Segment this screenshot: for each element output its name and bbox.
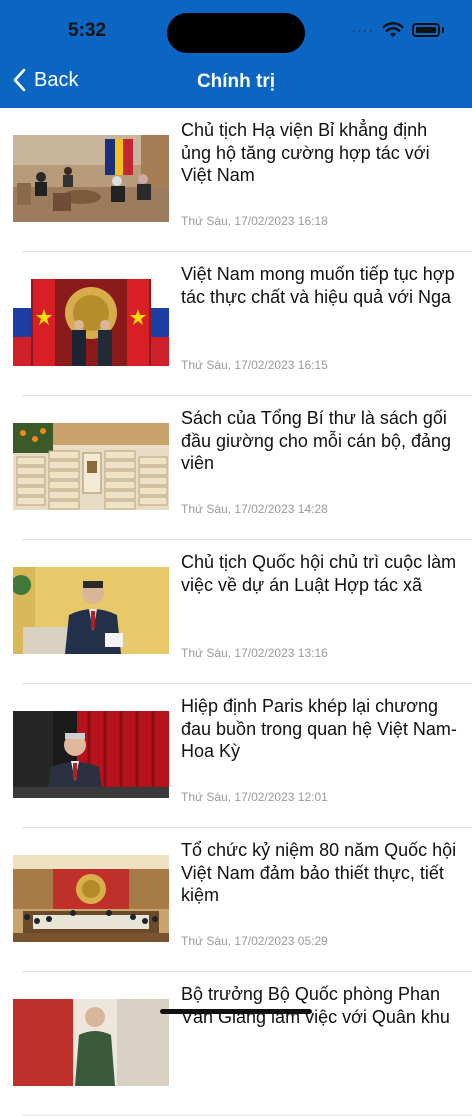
battery-cap <box>442 27 444 33</box>
top-bar: 5:32 ···· Back Chính trị <box>0 0 472 108</box>
article-thumbnail[interactable] <box>13 135 169 222</box>
list-item[interactable]: Chủ tịch Hạ viện Bỉ khẳng định ủng hộ tă… <box>0 108 472 252</box>
article-thumbnail[interactable] <box>13 423 169 510</box>
list-item[interactable]: Sách của Tổng Bí thư là sách gối đầu giư… <box>0 396 472 540</box>
battery-icon <box>412 23 440 37</box>
list-item[interactable]: Bộ trưởng Bộ Quốc phòng Phan Văn Giang l… <box>0 972 472 1116</box>
article-list: Chủ tịch Hạ viện Bỉ khẳng định ủng hộ tă… <box>0 108 472 1116</box>
article-title[interactable]: Chủ tịch Hạ viện Bỉ khẳng định ủng hộ tă… <box>181 119 461 187</box>
list-item[interactable]: Hiệp định Paris khép lại chương đau buồn… <box>0 684 472 828</box>
article-title[interactable]: Tổ chức kỷ niệm 80 năm Quốc hội Việt Nam… <box>181 839 461 907</box>
list-item[interactable]: Việt Nam mong muốn tiếp tục hợp tác thực… <box>0 252 472 396</box>
article-thumbnail[interactable] <box>13 567 169 654</box>
article-title[interactable]: Sách của Tổng Bí thư là sách gối đầu giư… <box>181 407 461 475</box>
article-timestamp: Thứ Sáu, 17/02/2023 13:16 <box>181 646 328 660</box>
list-item[interactable]: Tổ chức kỷ niệm 80 năm Quốc hội Việt Nam… <box>0 828 472 972</box>
status-time: 5:32 <box>68 20 107 41</box>
cellular-signal-icon: ···· <box>351 22 374 38</box>
list-item[interactable]: Chủ tịch Quốc hội chủ trì cuộc làm việc … <box>0 540 472 684</box>
wifi-icon <box>382 22 404 37</box>
article-timestamp: Thứ Sáu, 17/02/2023 16:18 <box>181 214 328 228</box>
article-timestamp: Thứ Sáu, 17/02/2023 14:28 <box>181 502 328 516</box>
article-timestamp: Thứ Sáu, 17/02/2023 16:15 <box>181 358 328 372</box>
article-timestamp: Thứ Sáu, 17/02/2023 12:01 <box>181 790 328 804</box>
article-title[interactable]: Hiệp định Paris khép lại chương đau buồn… <box>181 695 461 763</box>
article-thumbnail[interactable] <box>13 999 169 1086</box>
article-thumbnail[interactable] <box>13 279 169 366</box>
article-thumbnail[interactable] <box>13 711 169 798</box>
article-title[interactable]: Việt Nam mong muốn tiếp tục hợp tác thực… <box>181 263 461 308</box>
article-thumbnail[interactable] <box>13 855 169 942</box>
article-timestamp: Thứ Sáu, 17/02/2023 05:29 <box>181 934 328 948</box>
status-icons: ···· <box>351 22 444 38</box>
article-title[interactable]: Bộ trưởng Bộ Quốc phòng Phan Văn Giang l… <box>181 983 461 1028</box>
home-indicator[interactable] <box>160 1009 312 1014</box>
article-title[interactable]: Chủ tịch Quốc hội chủ trì cuộc làm việc … <box>181 551 461 596</box>
dynamic-island <box>167 13 305 53</box>
page-title: Chính trị <box>196 71 276 92</box>
